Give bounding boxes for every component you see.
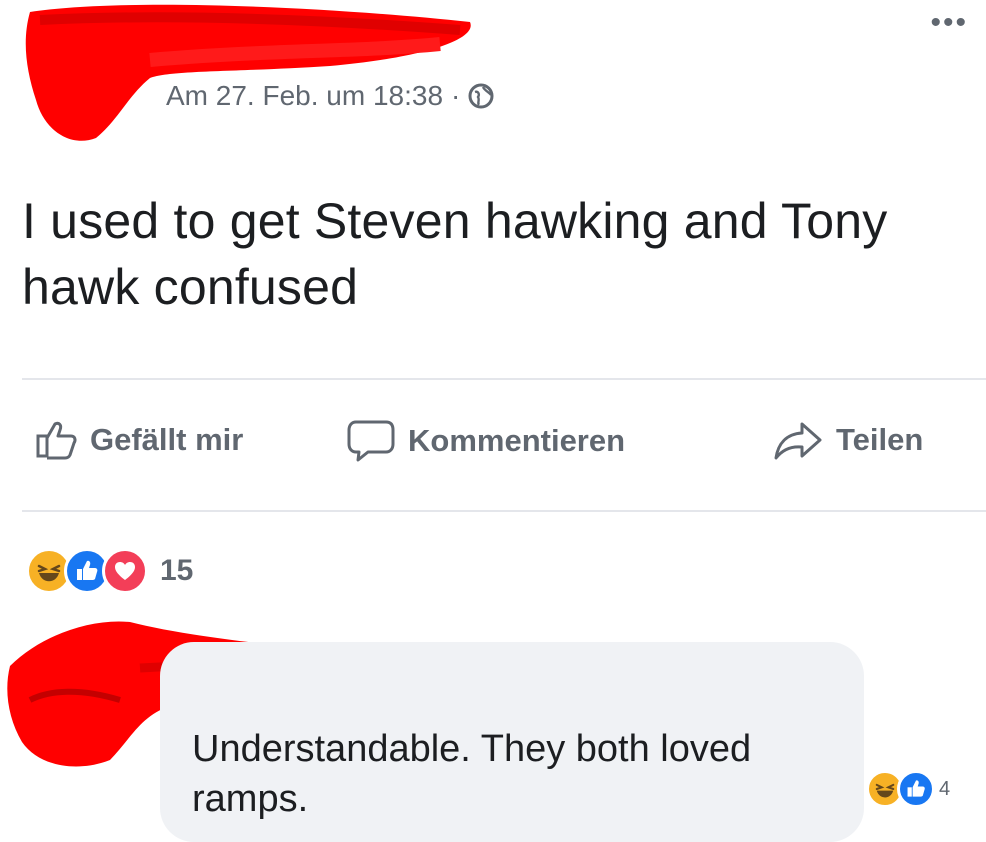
share-arrow-icon (774, 422, 822, 460)
more-options-button[interactable]: ••• (930, 8, 968, 38)
post-timestamp[interactable]: Am 27. Feb. um 18:38 (166, 80, 443, 112)
globe-icon (468, 83, 494, 109)
love-icon (102, 548, 148, 594)
comment-reaction-count: 4 (939, 777, 951, 800)
like-button[interactable]: Gefällt mir (34, 418, 243, 462)
post-reactions[interactable]: 15 (26, 548, 193, 594)
divider-top (22, 378, 986, 380)
reaction-count: 15 (160, 554, 194, 587)
like-label: Gefällt mir (90, 422, 244, 457)
comment-reactions[interactable]: 4 (866, 770, 950, 808)
meta-separator: · (451, 80, 461, 111)
comment-text: Understandable. They both loved ramps. (192, 728, 752, 820)
divider-bottom (22, 510, 986, 512)
share-button[interactable]: Teilen (772, 418, 923, 462)
comment-button[interactable]: Kommentieren (346, 418, 625, 464)
like-icon (897, 770, 935, 808)
comment-icon (347, 420, 395, 462)
thumbs-up-icon (36, 421, 77, 460)
post-meta: Am 27. Feb. um 18:38 · (166, 80, 494, 112)
comment-label: Kommentieren (408, 423, 626, 458)
post-text: I used to get Steven hawking and Tony ha… (22, 193, 888, 315)
share-label: Teilen (836, 422, 924, 457)
